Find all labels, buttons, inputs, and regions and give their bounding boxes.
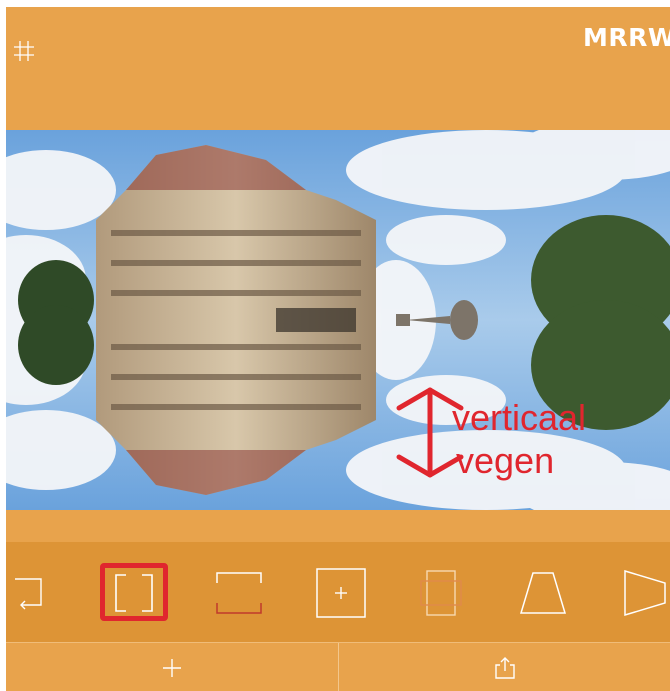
selected-tool-highlight [100,563,168,621]
plus-icon[interactable] [6,643,338,691]
annotation-line1: verticaal [452,397,586,438]
mirror-mode-quad-icon[interactable] [312,564,370,622]
perspective-trapezoid-icon[interactable] [514,564,572,622]
mirrored-photo[interactable]: verticaal vegen [6,130,670,510]
app-logo: MRRW [583,23,670,52]
perspective-side-icon[interactable] [616,564,670,622]
app-window: MRRW verticaal vegen [6,7,670,691]
share-icon[interactable] [339,643,670,691]
annotation-line2: vegen [456,440,554,481]
mirror-mode-overlap-icon[interactable] [412,564,470,622]
slider-band [6,510,670,542]
top-bar: MRRW [6,7,670,130]
grid-icon[interactable] [10,37,38,65]
mirror-mode-corner-icon[interactable] [6,564,58,622]
bottom-bar [6,642,670,691]
mirror-mode-split-horizontal-icon[interactable] [210,564,268,622]
